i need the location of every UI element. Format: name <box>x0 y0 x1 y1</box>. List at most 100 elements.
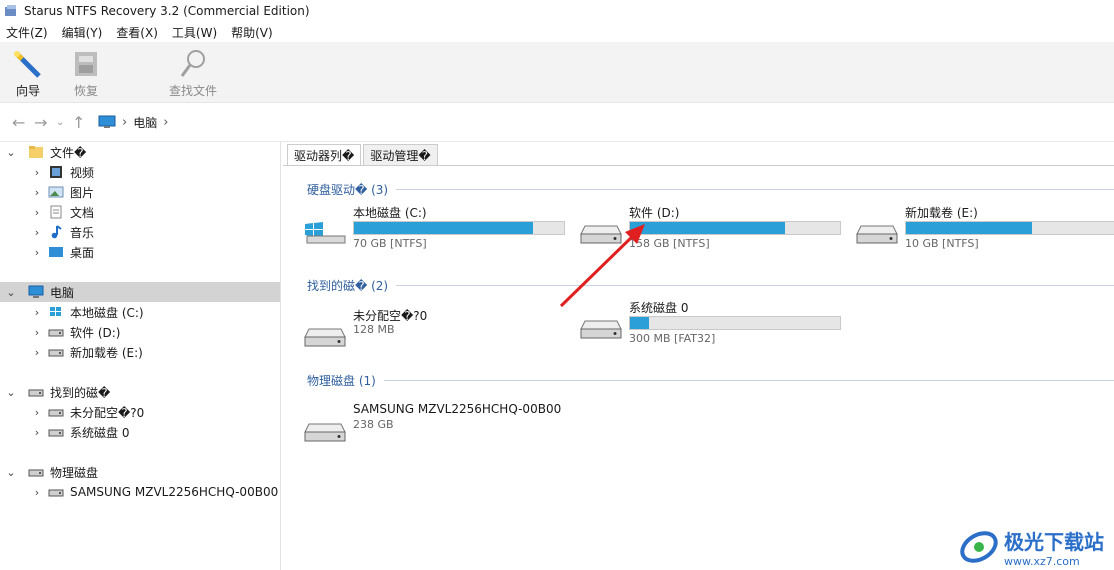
tree-item-drive-d[interactable]: › 软件 (D:) <box>0 322 280 342</box>
drive-name: 未分配空�?0 <box>353 309 428 323</box>
drive-name: 本地磁盘 (C:) <box>353 206 427 220</box>
menu-help[interactable]: 帮助(V) <box>231 24 273 41</box>
section-divider <box>383 380 1114 381</box>
expand-chevron-icon[interactable]: › <box>30 246 44 259</box>
up-arrow-icon[interactable]: ↑ <box>72 113 94 132</box>
tree-item-video[interactable]: › 视频 <box>0 162 280 182</box>
usage-bar <box>629 316 841 330</box>
watermark-title: 极光下载站 <box>1004 530 1104 554</box>
collapse-chevron-icon[interactable]: ⌄ <box>4 146 18 159</box>
title-bar: Starus NTFS Recovery 3.2 (Commercial Edi… <box>0 0 1114 22</box>
physical-disk-samsung[interactable]: SAMSUNG MZVL2256HCHQ-00B00 238 GB <box>303 402 623 452</box>
expand-chevron-icon[interactable]: › <box>30 426 44 439</box>
tree-item-documents[interactable]: › 文档 <box>0 202 280 222</box>
tree-item-drive-e[interactable]: › 新加载卷 (E:) <box>0 342 280 362</box>
drive-e[interactable]: 新加载卷 (E:) 10 GB [NTFS] <box>855 204 1114 254</box>
tab-drive-management[interactable]: 驱动管理� <box>363 144 438 165</box>
history-dropdown-icon[interactable]: ⌄ <box>56 117 72 128</box>
usage-fill <box>630 317 649 329</box>
tree-item-drive-c[interactable]: › 本地磁盘 (C:) <box>0 302 280 322</box>
tree-label: 软件 (D:) <box>70 325 121 340</box>
expand-chevron-icon[interactable]: › <box>30 346 44 359</box>
document-icon <box>50 205 62 219</box>
computer-icon <box>98 115 116 128</box>
drive-name: SAMSUNG MZVL2256HCHQ-00B00 <box>353 402 562 416</box>
menu-edit[interactable]: 编辑(Y) <box>62 24 103 41</box>
expand-chevron-icon[interactable]: › <box>30 326 44 339</box>
hard-drive-icon <box>48 349 64 357</box>
expand-chevron-icon[interactable]: › <box>30 306 44 319</box>
find-files-label: 查找文件 <box>168 84 217 98</box>
windows-drive-icon <box>305 222 346 244</box>
restore-button[interactable]: 恢复 <box>64 42 108 99</box>
find-files-button[interactable]: 查找文件 <box>158 42 228 99</box>
collapse-chevron-icon[interactable]: ⌄ <box>4 466 18 479</box>
tree-item-system-disk[interactable]: › 系统磁盘 0 <box>0 422 280 442</box>
tree-label: SAMSUNG MZVL2256HCHQ-00B00 <box>70 485 279 499</box>
expand-chevron-icon[interactable]: › <box>30 226 44 239</box>
desktop-icon <box>49 247 63 257</box>
tree-item-found-disks[interactable]: ⌄ 找到的磁� <box>0 382 280 402</box>
hard-drive-icon <box>48 409 64 417</box>
usage-bar <box>905 221 1114 235</box>
menu-bar: 文件(Z) 编辑(Y) 查看(X) 工具(W) 帮助(V) <box>0 22 1114 42</box>
toolbar: 向导 恢复 查找文件 <box>0 42 1114 103</box>
tree-label: 文件� <box>50 145 87 160</box>
tree-item-music[interactable]: › 音乐 <box>0 222 280 242</box>
navigation-bar: ← → ⌄ ↑ › 电脑 › <box>0 103 1114 142</box>
tab-strip: 驱动器列� 驱动管理� <box>287 144 440 165</box>
tree-label: 未分配空�?0 <box>70 405 145 420</box>
restore-icon <box>75 52 97 76</box>
tree-label: 物理磁盘 <box>50 465 99 480</box>
hard-drive-icon <box>48 489 64 497</box>
restore-label: 恢复 <box>73 84 98 98</box>
tree-item-computer[interactable]: ⌄ 电脑 <box>0 282 280 302</box>
usage-fill <box>906 222 1032 234</box>
expand-chevron-icon[interactable]: › <box>30 206 44 219</box>
menu-view[interactable]: 查看(X) <box>116 24 158 41</box>
wizard-button[interactable]: 向导 <box>6 42 50 99</box>
drive-info: 70 GB [NTFS] <box>353 237 427 250</box>
tree-label: 本地磁盘 (C:) <box>70 305 144 320</box>
tree-item-pictures[interactable]: › 图片 <box>0 182 280 202</box>
section-divider <box>396 189 1114 190</box>
expand-chevron-icon[interactable]: › <box>30 486 44 499</box>
menu-tools[interactable]: 工具(W) <box>172 24 217 41</box>
menu-file[interactable]: 文件(Z) <box>6 24 48 41</box>
section-hard-drives: 硬盘驱动� (3) <box>307 181 1114 198</box>
windows-drive-icon <box>50 307 61 316</box>
expand-chevron-icon[interactable]: › <box>30 406 44 419</box>
collapse-chevron-icon[interactable]: ⌄ <box>4 386 18 399</box>
drive-info: 128 MB <box>353 323 395 336</box>
window-title: Starus NTFS Recovery 3.2 (Commercial Edi… <box>24 4 310 18</box>
usage-bar <box>629 221 841 235</box>
collapse-chevron-icon[interactable]: ⌄ <box>4 286 18 299</box>
unallocated-space[interactable]: 未分配空�?0 128 MB <box>303 307 573 357</box>
tree-item-physical-disks[interactable]: ⌄ 物理磁盘 <box>0 462 280 482</box>
drive-c[interactable]: 本地磁盘 (C:) 70 GB [NTFS] <box>303 204 573 254</box>
section-physical-disks: 物理磁盘 (1) <box>307 372 1114 389</box>
section-title: 硬盘驱动� (3) <box>307 183 389 197</box>
folder-tree: ⌄ 文件� › 视频 › 图片 › 文档 › 音乐 › 桌面 ⌄ 电脑 › 本地… <box>0 142 281 570</box>
magnifier-icon <box>180 50 205 77</box>
annotation-arrow-icon <box>559 224 645 308</box>
expand-chevron-icon[interactable]: › <box>30 166 44 179</box>
tree-item-samsung[interactable]: › SAMSUNG MZVL2256HCHQ-00B00 <box>0 482 280 502</box>
tree-label: 视频 <box>70 165 95 180</box>
hard-drive-icon <box>28 469 44 477</box>
tree-item-unallocated[interactable]: › 未分配空�?0 <box>0 402 280 422</box>
hard-drive-icon <box>856 225 898 244</box>
breadcrumb-chevron-icon[interactable]: › <box>163 115 168 130</box>
back-arrow-icon[interactable]: ← <box>12 113 34 132</box>
drive-info: 300 MB [FAT32] <box>629 332 716 345</box>
tree-item-folders[interactable]: ⌄ 文件� <box>0 142 280 162</box>
forward-arrow-icon[interactable]: → <box>34 113 56 132</box>
expand-chevron-icon[interactable]: › <box>30 186 44 199</box>
drive-info: 238 GB <box>353 418 394 431</box>
breadcrumb-computer[interactable]: 电脑 <box>133 114 157 131</box>
tree-label: 电脑 <box>50 285 75 300</box>
computer-icon <box>28 285 44 298</box>
tree-item-desktop[interactable]: › 桌面 <box>0 242 280 262</box>
tab-drive-list[interactable]: 驱动器列� <box>287 144 362 165</box>
tree-label: 找到的磁� <box>50 385 111 400</box>
